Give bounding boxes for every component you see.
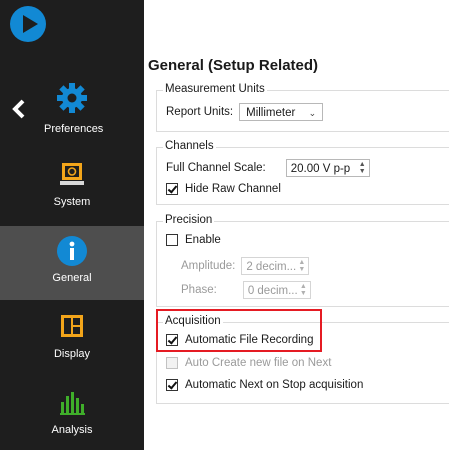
checkbox-label: Enable bbox=[185, 234, 221, 246]
chevron-down-icon: ⌄ bbox=[308, 108, 317, 118]
channels-group: Channels Full Channel Scale: 20.00 V p-p… bbox=[156, 140, 449, 205]
report-units-label: Report Units: bbox=[166, 106, 234, 118]
phase-stepper[interactable]: 0 decim... ▲ ▼ bbox=[242, 281, 311, 299]
sidebar-item-label: General bbox=[52, 272, 92, 284]
play-icon bbox=[23, 15, 38, 33]
sidebar-item-display[interactable]: Display bbox=[0, 302, 144, 376]
app-logo bbox=[10, 6, 46, 42]
display-layout-icon bbox=[61, 315, 83, 337]
amplitude-value: 2 decim... bbox=[246, 261, 297, 273]
sidebar-item-label: Display bbox=[53, 348, 91, 360]
monitor-icon bbox=[60, 163, 84, 185]
precision-enable-checkbox[interactable]: Enable bbox=[166, 234, 221, 246]
checkbox-label: Auto Create new file on Next bbox=[185, 357, 332, 369]
back-chevron-icon[interactable] bbox=[12, 98, 26, 120]
group-title: Precision bbox=[163, 214, 215, 226]
phase-label: Phase: bbox=[181, 284, 217, 296]
checkbox-icon[interactable] bbox=[166, 357, 178, 369]
highlight-box bbox=[156, 309, 322, 352]
automatic-next-on-stop-checkbox[interactable]: Automatic Next on Stop acquisition bbox=[166, 379, 363, 391]
measurement-units-group: Measurement Units Report Units: Millimet… bbox=[156, 83, 449, 132]
sidebar-item-system[interactable]: System bbox=[0, 150, 144, 224]
bar-chart-icon bbox=[60, 392, 85, 415]
full-scale-value: 20.00 V p-p bbox=[290, 163, 351, 175]
group-title: Channels bbox=[163, 140, 216, 152]
sidebar-item-general[interactable]: General bbox=[0, 226, 144, 300]
checkbox-icon[interactable] bbox=[166, 183, 178, 195]
checkbox-label: Hide Raw Channel bbox=[185, 183, 281, 195]
sidebar-item-label: System bbox=[53, 196, 91, 208]
stepper-arrows-icon[interactable]: ▲ ▼ bbox=[300, 283, 307, 297]
report-units-value: Millimeter bbox=[246, 107, 296, 119]
stepper-arrows-icon[interactable]: ▲ ▼ bbox=[359, 161, 366, 175]
precision-group: Precision Enable Amplitude: 2 decim... ▲… bbox=[156, 214, 449, 307]
checkbox-icon[interactable] bbox=[166, 379, 178, 391]
phase-value: 0 decim... bbox=[247, 285, 298, 297]
checkbox-label: Automatic Next on Stop acquisition bbox=[185, 379, 364, 391]
sidebar-item-label: Preferences bbox=[44, 123, 104, 135]
info-icon bbox=[57, 236, 87, 266]
gear-icon bbox=[57, 83, 87, 113]
sidebar-item-label: Analysis bbox=[51, 424, 93, 436]
full-scale-stepper[interactable]: 20.00 V p-p ▲ ▼ bbox=[285, 159, 370, 177]
page-title: General (Setup Related) bbox=[148, 57, 319, 74]
checkbox-icon[interactable] bbox=[166, 234, 178, 246]
stepper-arrows-icon[interactable]: ▲ ▼ bbox=[298, 259, 305, 273]
sidebar-item-analysis[interactable]: Analysis bbox=[0, 378, 144, 452]
main-panel: General (Setup Related) Measurement Unit… bbox=[144, 0, 449, 450]
hide-raw-channel-checkbox[interactable]: Hide Raw Channel bbox=[166, 183, 281, 195]
group-title: Measurement Units bbox=[163, 83, 267, 95]
amplitude-stepper[interactable]: 2 decim... ▲ ▼ bbox=[241, 257, 310, 275]
report-units-select[interactable]: Millimeter ⌄ bbox=[239, 103, 324, 121]
auto-create-new-file-checkbox[interactable]: Auto Create new file on Next bbox=[166, 357, 331, 369]
amplitude-label: Amplitude: bbox=[181, 260, 236, 272]
full-scale-label: Full Channel Scale: bbox=[166, 162, 266, 174]
sidebar: Preferences System General Display Analy… bbox=[0, 0, 144, 450]
